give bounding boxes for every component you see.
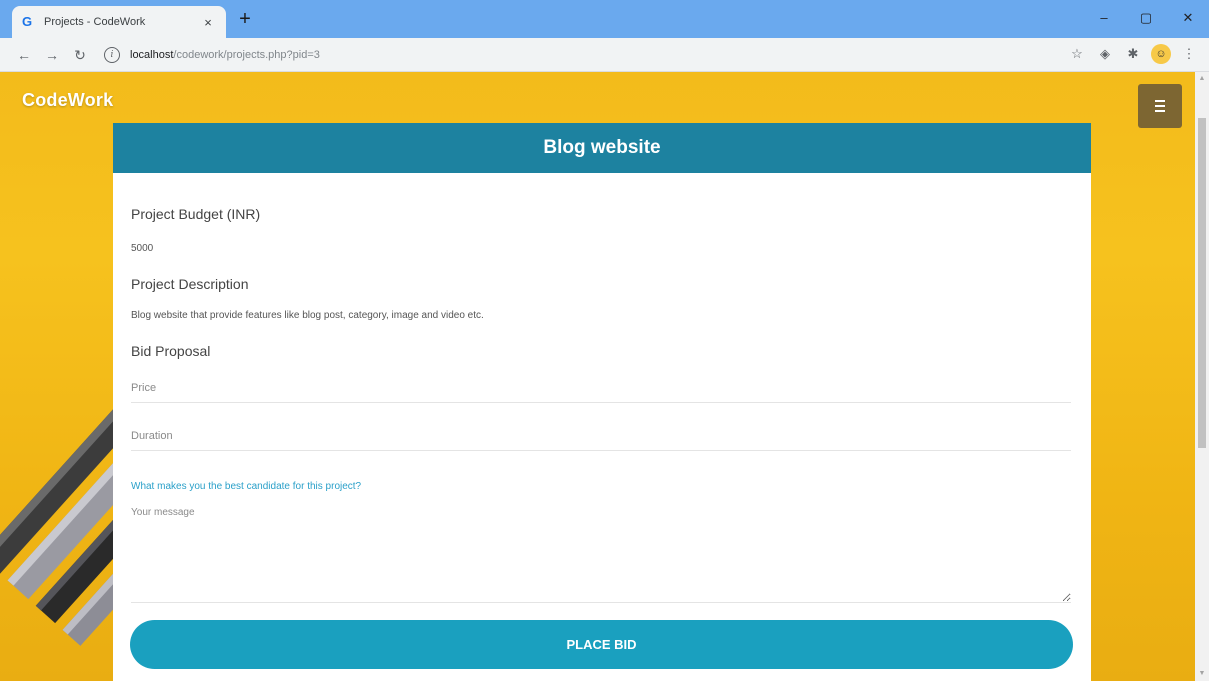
new-tab-button[interactable]: +	[234, 9, 256, 31]
more-menu-icon[interactable]: ⋮	[1179, 44, 1199, 64]
profile-avatar-icon[interactable]: ☺	[1151, 44, 1171, 64]
project-title: Blog website	[543, 137, 661, 158]
page-scrollbar[interactable]: ▲ ▼	[1195, 72, 1209, 681]
description-label: Project Description	[131, 276, 249, 292]
tab-close-icon[interactable]: ×	[200, 15, 216, 30]
menu-toggle-button[interactable]	[1138, 84, 1182, 128]
site-info-icon[interactable]: i	[104, 47, 120, 63]
restore-button[interactable]: ▢	[1125, 0, 1167, 38]
hamburger-icon	[1155, 100, 1165, 102]
back-arrow-icon[interactable]: ←	[14, 45, 34, 65]
reload-icon[interactable]: ↻	[70, 45, 90, 65]
browser-tab-bar: G Projects - CodeWork × + – ▢ ✕	[0, 0, 1209, 38]
message-textarea[interactable]	[131, 505, 1071, 603]
price-input[interactable]	[131, 373, 1071, 403]
url-text[interactable]: localhost/codework/projects.php?pid=3	[130, 49, 320, 61]
codework-favicon-icon: G	[22, 14, 33, 29]
puzzle-extensions-icon[interactable]: ✱	[1123, 44, 1143, 64]
bid-proposal-label: Bid Proposal	[131, 343, 211, 359]
forward-arrow-icon[interactable]: →	[42, 45, 62, 65]
address-bar[interactable]: i localhost/codework/projects.php?pid=3	[104, 43, 1054, 67]
bookmark-star-icon[interactable]: ☆	[1067, 44, 1087, 64]
duration-input[interactable]	[131, 421, 1071, 451]
place-bid-button[interactable]: PLACE BID	[130, 620, 1073, 669]
project-card: Blog website Project Budget (INR) 5000 P…	[113, 123, 1091, 681]
scroll-up-arrow-icon[interactable]: ▲	[1195, 72, 1209, 86]
page-viewport: CodeWork Blog website Project Budget (IN…	[0, 72, 1195, 681]
budget-value: 5000	[131, 243, 154, 254]
tab-title: Projects - CodeWork	[44, 16, 146, 28]
description-value: Blog website that provide features like …	[131, 310, 484, 321]
candidate-question-label: What makes you the best candidate for th…	[131, 481, 362, 492]
minimize-button[interactable]: –	[1083, 0, 1125, 38]
project-card-header: Blog website	[113, 123, 1091, 173]
scroll-down-arrow-icon[interactable]: ▼	[1195, 667, 1209, 681]
window-controls: – ▢ ✕	[1083, 0, 1209, 38]
extension-area: ☆ ◈ ✱ ☺ ⋮	[1067, 44, 1199, 64]
budget-label: Project Budget (INR)	[131, 206, 261, 222]
scroll-thumb[interactable]	[1198, 118, 1206, 448]
browser-tab[interactable]: G Projects - CodeWork ×	[12, 6, 226, 38]
close-window-button[interactable]: ✕	[1167, 0, 1209, 38]
extension-icon[interactable]: ◈	[1095, 44, 1115, 64]
browser-toolbar: ← → ↻ i localhost/codework/projects.php?…	[0, 38, 1209, 72]
site-brand-logo[interactable]: CodeWork	[22, 90, 113, 111]
